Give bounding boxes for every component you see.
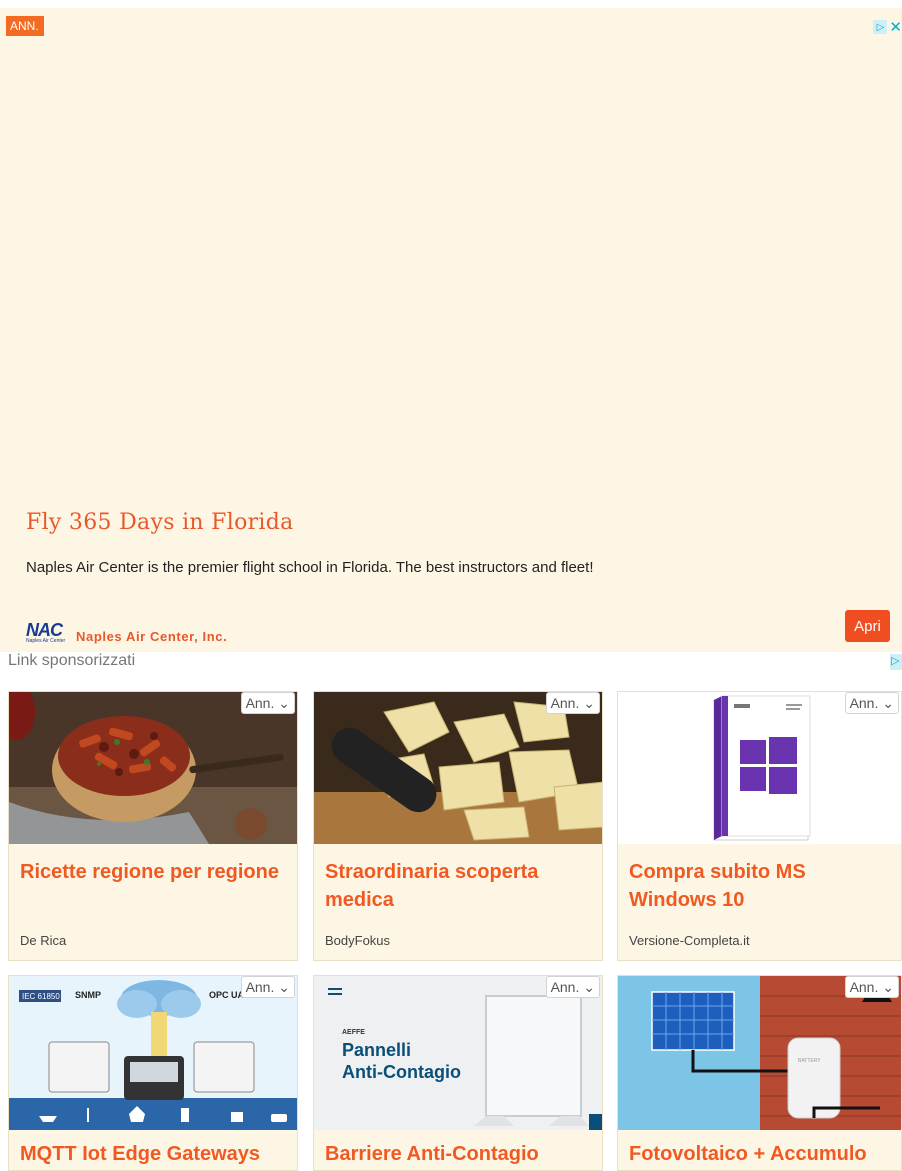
card-image-iot-gateways[interactable]: IEC 61850 SNMP OPC UA Ann. ⌄ — [9, 976, 297, 1130]
card-title[interactable]: Ricette regione per regione — [20, 858, 287, 886]
iot-label-iec: IEC 61850 — [22, 992, 60, 1001]
ad-options-button[interactable]: Ann. ⌄ — [240, 692, 295, 714]
sponsored-card[interactable]: AEFFE Pannelli Anti-Contagio Ann. ⌄ Barr… — [313, 975, 603, 1171]
card-title[interactable]: Compra subito MS Windows 10 — [629, 858, 891, 914]
close-icon[interactable]: ✕ — [889, 20, 902, 35]
ad-options-button[interactable]: Ann. ⌄ — [240, 976, 295, 998]
adchoices[interactable]: ▷ ✕ — [868, 18, 902, 36]
card-image-crystals[interactable]: Ann. ⌄ — [314, 692, 602, 844]
advertiser-logo[interactable]: NAC Naples Air Center — [26, 620, 66, 644]
battery-label: BATTERY — [798, 1058, 821, 1064]
logo-text: NAC — [26, 620, 63, 640]
logo-subtext: Naples Air Center — [26, 638, 66, 644]
card-title[interactable]: Straordinaria scoperta medica — [325, 858, 592, 914]
brand-text: AEFFE — [342, 1029, 365, 1036]
adchoices-icon[interactable]: ▷ — [890, 654, 902, 670]
sponsored-card[interactable]: Ann. ⌄ Compra subito MS Windows 10 Versi… — [617, 691, 902, 961]
ad-description[interactable]: Naples Air Center is the premier flight … — [26, 559, 594, 576]
card-title[interactable]: MQTT Iot Edge Gateways — [20, 1140, 287, 1168]
ad-options-button[interactable]: Ann. ⌄ — [844, 976, 899, 998]
iot-label-snmp: SNMP — [75, 990, 101, 1000]
advertiser-name[interactable]: Naples Air Center, Inc. — [76, 629, 227, 644]
iot-label-opcua: OPC UA — [209, 990, 245, 1000]
open-button[interactable]: Apri — [845, 610, 890, 642]
ad-title[interactable]: Fly 365 Days in Florida — [26, 510, 294, 535]
adchoices-icon[interactable]: ▷ — [873, 20, 888, 34]
ad-options-button[interactable]: Ann. ⌄ — [545, 976, 600, 998]
sponsored-card[interactable]: BATTERY Ann. ⌄ Fotovoltaico + Accumulo — [617, 975, 902, 1171]
card-image-barriers[interactable]: AEFFE Pannelli Anti-Contagio Ann. ⌄ — [314, 976, 602, 1130]
top-ad[interactable]: ANN. ▷ ✕ Fly 365 Days in Florida Naples … — [0, 8, 902, 652]
sponsored-card[interactable]: IEC 61850 SNMP OPC UA Ann. ⌄ MQTT Iot Ed… — [8, 975, 298, 1171]
card-image-pasta[interactable]: Ann. ⌄ — [9, 692, 297, 844]
card-source[interactable]: De Rica — [20, 933, 66, 948]
card-title[interactable]: Barriere Anti-Contagio — [325, 1140, 592, 1168]
card-image-windows-box[interactable]: Ann. ⌄ — [618, 692, 901, 844]
sponsored-card[interactable]: Ann. ⌄ Ricette regione per regione De Ri… — [8, 691, 298, 961]
ad-options-button[interactable]: Ann. ⌄ — [545, 692, 600, 714]
product-line-2: Anti-Contagio — [342, 1062, 461, 1082]
card-image-solar-battery[interactable]: BATTERY Ann. ⌄ — [618, 976, 901, 1130]
card-title[interactable]: Fotovoltaico + Accumulo — [629, 1140, 891, 1168]
sponsored-card[interactable]: Ann. ⌄ Straordinaria scoperta medica Bod… — [313, 691, 603, 961]
card-source[interactable]: Versione-Completa.it — [629, 933, 750, 948]
sponsored-label: Link sponsorizzati — [8, 652, 136, 669]
ad-options-button[interactable]: Ann. ⌄ — [844, 692, 899, 714]
product-line-1: Pannelli — [342, 1040, 411, 1060]
card-source[interactable]: BodyFokus — [325, 933, 390, 948]
ad-badge: ANN. — [6, 16, 44, 36]
